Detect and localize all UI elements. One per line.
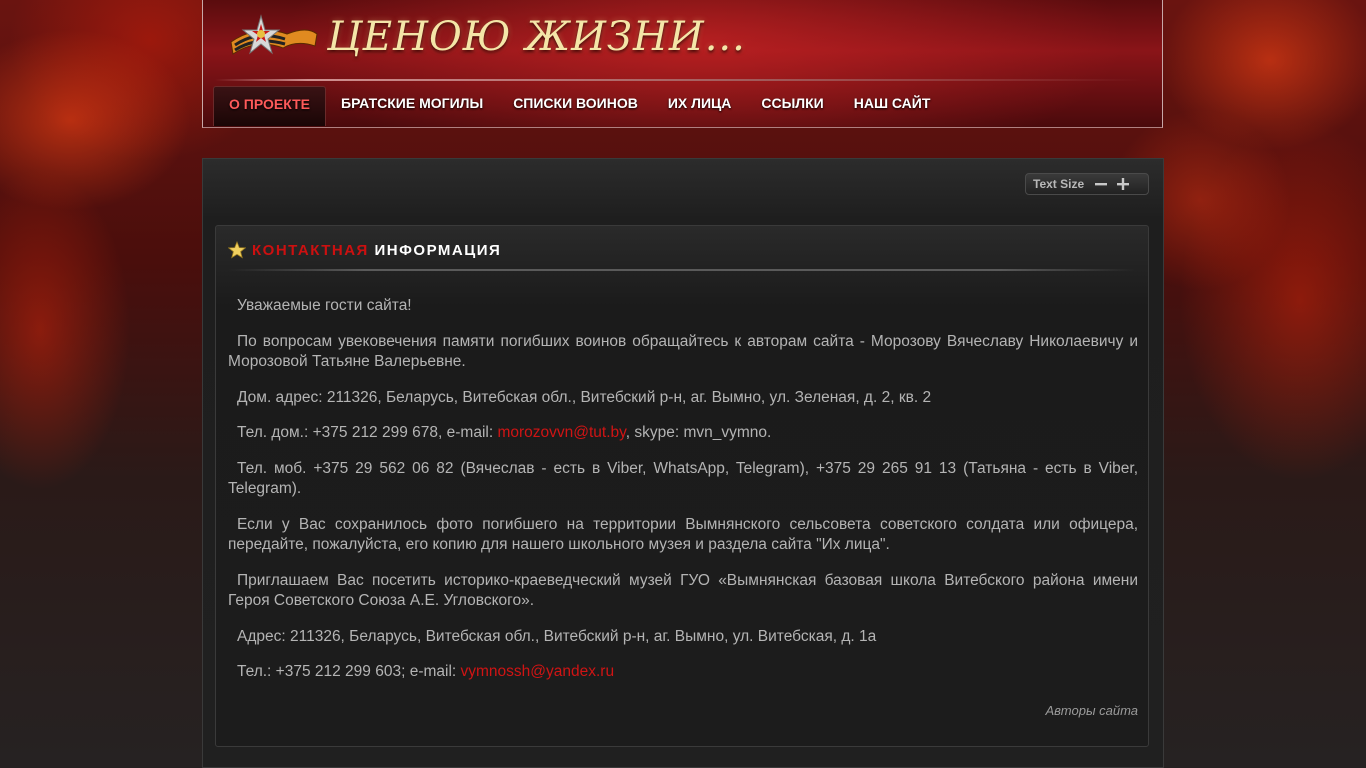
nav-item-our-site[interactable]: НАШ САЙТ [839, 86, 946, 126]
main-content: Text Size КОНТАКТНАЯ ИНФОРМАЦИЯ Уважаемы… [202, 158, 1164, 768]
site-header: ЦЕНОЮ ЖИЗНИ... О ПРОЕКТЕ БРАТСКИЕ МОГИЛЫ… [202, 0, 1163, 128]
museum-phone-paragraph: Тел.: +375 212 299 603; e-mail: vymnossh… [228, 662, 1138, 683]
header-divider [215, 79, 1142, 81]
article-title-accent: КОНТАКТНАЯ [252, 241, 369, 259]
article-header: КОНТАКТНАЯ ИНФОРМАЦИЯ [228, 238, 501, 262]
signature: Авторы сайта [1045, 702, 1138, 718]
mobile-phone-paragraph: Тел. моб. +375 29 562 06 82 (Вячеслав - … [228, 459, 1138, 498]
home-phone-paragraph: Тел. дом.: +375 212 299 678, e-mail: mor… [228, 423, 1138, 444]
article-title: КОНТАКТНАЯ ИНФОРМАЦИЯ [252, 242, 501, 259]
skype-text: , skype: mvn_vymno. [625, 424, 772, 441]
nav-item-about[interactable]: О ПРОЕКТЕ [213, 86, 327, 126]
email-link-vymnossh[interactable]: vymnossh@yandex.ru [461, 663, 615, 680]
article-title-rest: ИНФОРМАЦИЯ [374, 241, 502, 259]
minus-icon[interactable] [1094, 177, 1108, 191]
order-emblem-icon [230, 14, 318, 55]
email-link-morozovvn[interactable]: morozovvn@tut.by [497, 424, 625, 441]
nav-item-warrior-lists[interactable]: СПИСКИ ВОИНОВ [498, 86, 653, 126]
site-title[interactable]: ЦЕНОЮ ЖИЗНИ... [327, 14, 746, 60]
nav-item-links[interactable]: ССЫЛКИ [746, 86, 838, 126]
text-size-label: Text Size [1033, 177, 1085, 191]
museum-invite-paragraph: Приглашаем Вас посетить историко-краевед… [228, 571, 1138, 610]
photo-request-paragraph: Если у Вас сохранилось фото погибшего на… [228, 515, 1138, 554]
text-size-control: Text Size [1025, 173, 1149, 195]
article-body: Уважаемые гости сайта! По вопросам увеко… [228, 296, 1138, 736]
greeting-paragraph: Уважаемые гости сайта! [237, 297, 412, 314]
authors-paragraph: По вопросам увековечения памяти погибших… [228, 332, 1138, 371]
main-nav: О ПРОЕКТЕ БРАТСКИЕ МОГИЛЫ СПИСКИ ВОИНОВ … [213, 86, 945, 126]
museum-phone-text: Тел.: +375 212 299 603; e-mail: [237, 663, 461, 680]
nav-item-their-faces[interactable]: ИХ ЛИЦА [653, 86, 747, 126]
museum-address-paragraph: Адрес: 211326, Беларусь, Витебская обл.,… [237, 627, 877, 645]
plus-icon[interactable] [1116, 177, 1130, 191]
nav-item-mass-graves[interactable]: БРАТСКИЕ МОГИЛЫ [326, 86, 498, 126]
home-address-paragraph: Дом. адрес: 211326, Беларусь, Витебская … [237, 388, 932, 406]
star-icon [228, 241, 246, 259]
home-phone-text: Тел. дом.: +375 212 299 678, e-mail: [237, 424, 498, 441]
article-panel: КОНТАКТНАЯ ИНФОРМАЦИЯ Уважаемые гости са… [215, 225, 1149, 747]
article-divider [228, 269, 1136, 271]
